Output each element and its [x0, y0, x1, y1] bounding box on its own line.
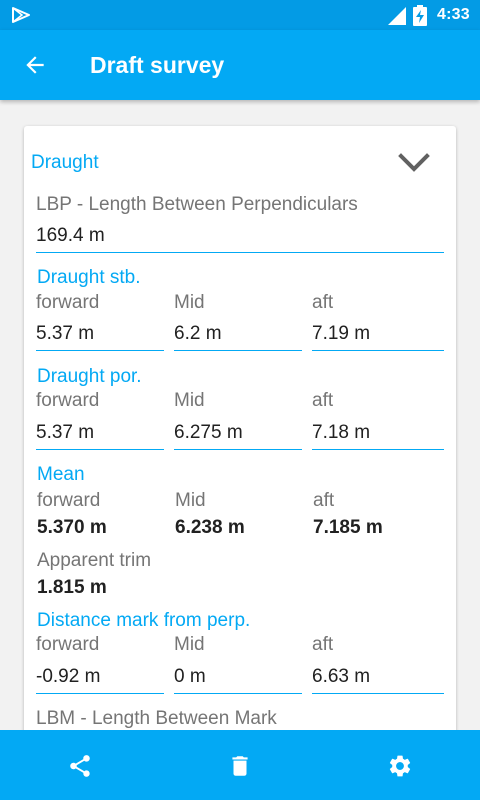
gear-icon[interactable]	[387, 753, 413, 779]
distance-mid-input[interactable]: 0 m	[174, 662, 302, 694]
status-time: 4:33	[437, 6, 470, 23]
draught-stb-title: Draught stb.	[37, 267, 141, 288]
por-forward-label: forward	[36, 390, 100, 411]
distance-mid-value: 0 m	[174, 666, 206, 687]
signal-icon	[388, 7, 406, 25]
por-aft-label: aft	[312, 390, 334, 411]
mean-forward-label: forward	[37, 490, 101, 511]
distance-title: Distance mark from perp.	[37, 610, 251, 631]
trash-icon[interactable]	[227, 753, 253, 779]
mean-title: Mean	[37, 464, 85, 485]
distance-forward-input[interactable]: -0.92 m	[36, 662, 164, 694]
lbp-label: LBP - Length Between Perpendiculars	[36, 194, 358, 215]
distance-aft-label: aft	[312, 634, 334, 655]
trim-value: 1.815 m	[37, 577, 107, 598]
draught-card: Draught LBP - Length Between Perpendicul…	[24, 126, 456, 730]
status-bar: 4:33	[0, 0, 480, 30]
distance-aft-input[interactable]: 6.63 m	[312, 662, 444, 694]
por-mid-label: Mid	[174, 390, 205, 411]
por-forward-value: 5.37 m	[36, 422, 95, 443]
lbp-value: 169.4 m	[36, 225, 105, 246]
por-mid-value: 6.275 m	[174, 422, 243, 443]
mean-mid-value: 6.238 m	[175, 517, 245, 538]
stb-mid-input[interactable]: 6.2 m	[174, 319, 302, 351]
mean-forward-value: 5.370 m	[37, 517, 107, 538]
distance-mid-label: Mid	[174, 634, 205, 655]
share-icon[interactable]	[67, 753, 93, 779]
distance-aft-value: 6.63 m	[312, 666, 371, 687]
draught-por-title: Draught por.	[37, 366, 142, 387]
por-aft-value: 7.18 m	[312, 422, 371, 443]
page-title: Draft survey	[90, 52, 225, 78]
stb-forward-input[interactable]: 5.37 m	[36, 319, 164, 351]
content-area[interactable]: Draught LBP - Length Between Perpendicul…	[0, 100, 480, 730]
stb-forward-value: 5.37 m	[36, 323, 95, 344]
stb-aft-label: aft	[312, 292, 334, 313]
bottom-action-bar	[0, 730, 480, 800]
arrow-back-icon[interactable]	[22, 52, 48, 78]
stb-mid-value: 6.2 m	[174, 323, 222, 344]
mean-mid-label: Mid	[175, 490, 206, 511]
stb-forward-label: forward	[36, 292, 100, 313]
stb-aft-input[interactable]: 7.19 m	[312, 319, 444, 351]
stb-aft-value: 7.19 m	[312, 323, 371, 344]
battery-charging-icon	[413, 5, 427, 26]
play-store-icon	[12, 7, 30, 23]
distance-forward-value: -0.92 m	[36, 666, 101, 687]
distance-forward-label: forward	[36, 634, 100, 655]
lbm-label: LBM - Length Between Mark	[36, 708, 277, 729]
trim-label: Apparent trim	[37, 550, 152, 571]
por-mid-input[interactable]: 6.275 m	[174, 418, 302, 450]
app-bar: Draft survey	[0, 30, 480, 100]
stb-mid-label: Mid	[174, 292, 205, 313]
por-forward-input[interactable]: 5.37 m	[36, 418, 164, 450]
lbp-input[interactable]: 169.4 m	[36, 221, 444, 253]
chevron-down-icon[interactable]	[398, 152, 430, 174]
por-aft-input[interactable]: 7.18 m	[312, 418, 444, 450]
mean-aft-value: 7.185 m	[313, 517, 383, 538]
mean-aft-label: aft	[313, 490, 335, 511]
section-title[interactable]: Draught	[31, 152, 99, 174]
